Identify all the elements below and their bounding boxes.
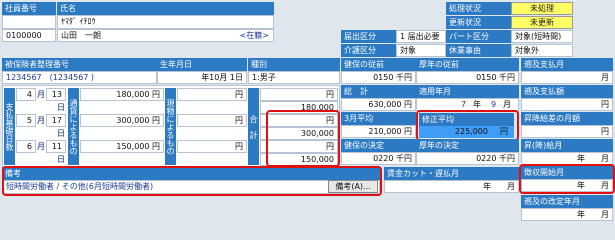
retro-amount-field[interactable]: 円 [521, 98, 613, 111]
leave-field[interactable]: 対象外 [511, 44, 573, 57]
month-unit: 月 [37, 90, 45, 99]
emp-no-label: 社員番号 [2, 2, 56, 15]
goods-label: 現物によるもの [165, 88, 176, 165]
birth-field[interactable]: 年10月 1日 [157, 71, 247, 84]
retro-month-field[interactable]: 月 [521, 71, 613, 84]
row-cash[interactable]: 150,000 円 [80, 140, 164, 153]
retro-amount-label: 遡及支払額 [521, 85, 613, 98]
leave-label: 休業事由 [446, 44, 511, 57]
retro-rev-field[interactable]: 年 月 [521, 208, 613, 221]
row-days[interactable]: 11 [46, 140, 66, 153]
row-total-unit: 円 [260, 88, 338, 101]
payday-label: 支払基礎日数 [4, 88, 15, 165]
notif-value: 届出必要 [407, 32, 440, 41]
row-month[interactable]: 6 [16, 140, 36, 153]
status-link[interactable]: <在籍> [240, 30, 269, 41]
row-days[interactable]: 17 [46, 114, 66, 127]
insured-field[interactable]: 1234567 (1234567 ) [2, 71, 157, 84]
remarks-highlight [2, 166, 382, 196]
kana-field: ﾔﾏﾀﾞ ｲﾁﾛｳ [57, 15, 274, 29]
day-unit: 日 [57, 129, 65, 138]
raise-diff-label: 昇降給差の月額 [521, 112, 613, 125]
notif-field[interactable]: 1 届出必要 [396, 30, 446, 43]
corr-avg-highlight [416, 110, 519, 141]
apply-label: 適用年月 [416, 85, 519, 98]
retro-month-label: 遡及支払月 [521, 58, 613, 71]
totals-highlight [266, 110, 340, 167]
notif-code: 1 [400, 32, 406, 41]
day-unit: 日 [57, 103, 65, 112]
name-text: 山田 一朗 [61, 31, 101, 40]
health-prev-label: 健保の従前 [341, 58, 416, 71]
type-label: 種別 [248, 58, 340, 71]
raise-month-label: 昇(降)給月 [521, 139, 613, 152]
row-goods[interactable]: 円 [177, 88, 247, 101]
row-goods[interactable]: 円 [177, 140, 247, 153]
pension-prev-field[interactable]: 0150 千円 [416, 71, 519, 84]
health-dec-field: 0220 千円 [341, 152, 416, 165]
part-label: パート区分 [446, 30, 511, 43]
avg-label: 3月平均 [341, 112, 416, 125]
upd-status-value: 未更新 [511, 16, 573, 29]
name-field: 山田 一朗 <在籍> [57, 29, 274, 42]
health-prev-field[interactable]: 0150 千円 [341, 71, 416, 84]
care-label: 介護区分 [341, 44, 396, 57]
birth-label: 生年月日 [157, 58, 247, 71]
proc-status-value: 未処理 [511, 2, 573, 15]
collect-highlight [519, 164, 615, 194]
row-month[interactable]: 4 [16, 88, 36, 101]
proc-status-label: 処理状況 [446, 2, 511, 15]
emp-no-field[interactable]: 0100000 [2, 29, 56, 42]
month-unit: 月 [37, 116, 45, 125]
health-dec-label: 健保の決定 [341, 139, 416, 152]
wage-cut-field[interactable]: 年 月 [384, 180, 519, 193]
avg-field: 210,000 円 [341, 125, 416, 138]
day-unit: 日 [57, 155, 65, 164]
type-field[interactable]: 1:男子 [248, 71, 340, 84]
row-days[interactable]: 13 [46, 88, 66, 101]
row-cash[interactable]: 300,000 円 [80, 114, 164, 127]
emp-no-blank [2, 15, 56, 29]
name-label: 氏名 [57, 2, 274, 15]
retro-rev-label: 遡及の改定年月 [521, 195, 613, 208]
cash-label: 通貨によるもの [68, 88, 79, 165]
pension-prev-label: 厚年の従前 [416, 58, 519, 71]
insured-label: 被保険者整理番号 [2, 58, 157, 71]
pension-dec-label: 厚年の決定 [416, 139, 519, 152]
upd-status-label: 更新状況 [446, 16, 511, 29]
wage-cut-label: 賃金カット・遅払月 [384, 167, 519, 180]
row-cash[interactable]: 180,000 円 [80, 88, 164, 101]
row-month[interactable]: 5 [16, 114, 36, 127]
notif-label: 届出区分 [341, 30, 396, 43]
sum-label: 合 計 [248, 88, 259, 165]
total-label: 総 計 [341, 85, 416, 98]
raise-diff-field[interactable]: 円 [521, 125, 613, 138]
care-field[interactable]: 対象 [396, 44, 446, 57]
month-unit: 月 [37, 142, 45, 151]
pension-dec-field: 0220 千円 [416, 152, 519, 165]
total-field: 630,000 円 [341, 98, 416, 111]
row-goods[interactable]: 円 [177, 114, 247, 127]
part-field[interactable]: 対象(短時間) [511, 30, 573, 43]
